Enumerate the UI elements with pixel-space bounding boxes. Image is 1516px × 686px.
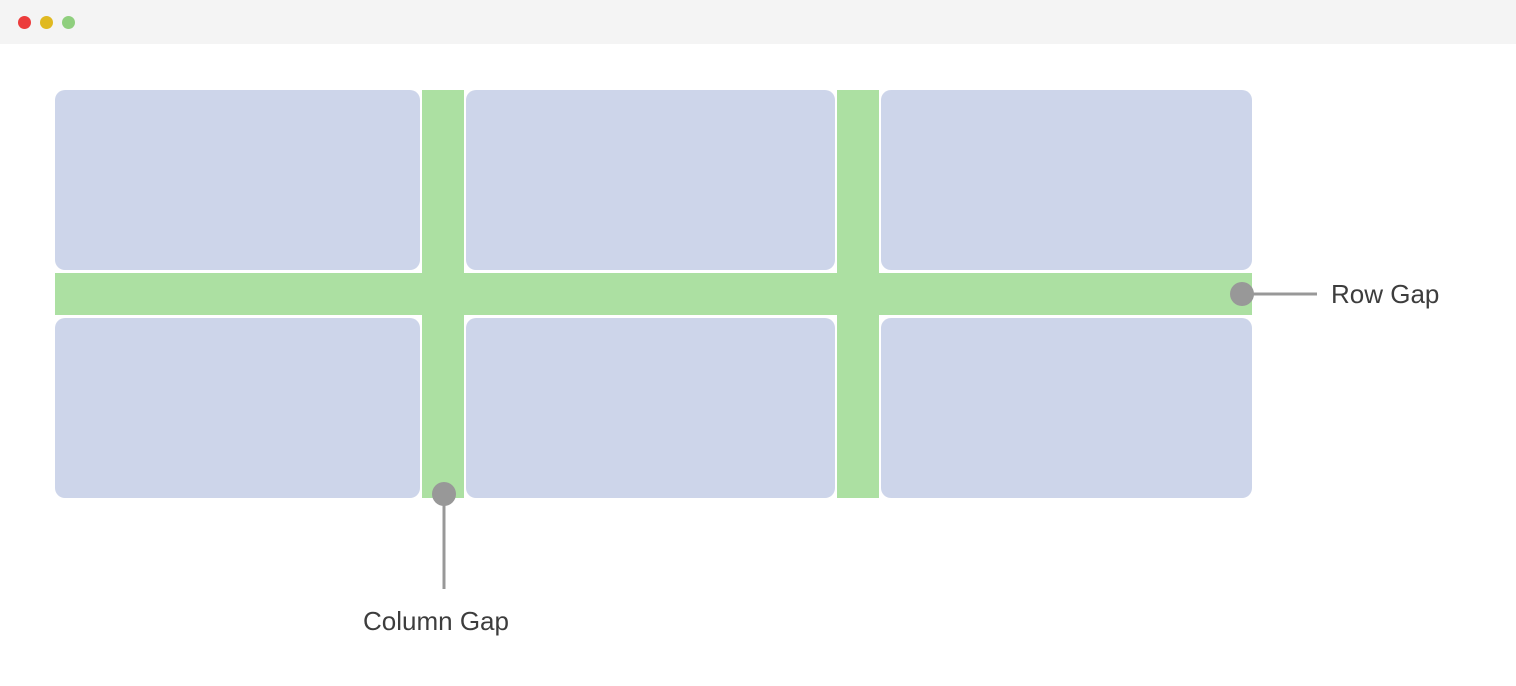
traffic-light-zoom-icon[interactable] xyxy=(62,16,75,29)
grid-cell xyxy=(466,90,835,270)
grid-cell xyxy=(881,90,1252,270)
annotation-line xyxy=(443,494,446,589)
column-gap-label: Column Gap xyxy=(363,606,509,637)
row-gap-label: Row Gap xyxy=(1331,279,1439,310)
grid-cell xyxy=(881,318,1252,498)
grid-cell xyxy=(55,90,420,270)
row-gap-highlight xyxy=(55,273,1252,315)
traffic-light-close-icon[interactable] xyxy=(18,16,31,29)
grid-container xyxy=(55,90,1252,498)
diagram-canvas: Row Gap Column Gap xyxy=(0,44,1516,686)
annotation-line xyxy=(1242,293,1317,296)
grid-cell xyxy=(55,318,420,498)
traffic-light-minimize-icon[interactable] xyxy=(40,16,53,29)
grid-cell xyxy=(466,318,835,498)
window-titlebar xyxy=(0,0,1516,44)
